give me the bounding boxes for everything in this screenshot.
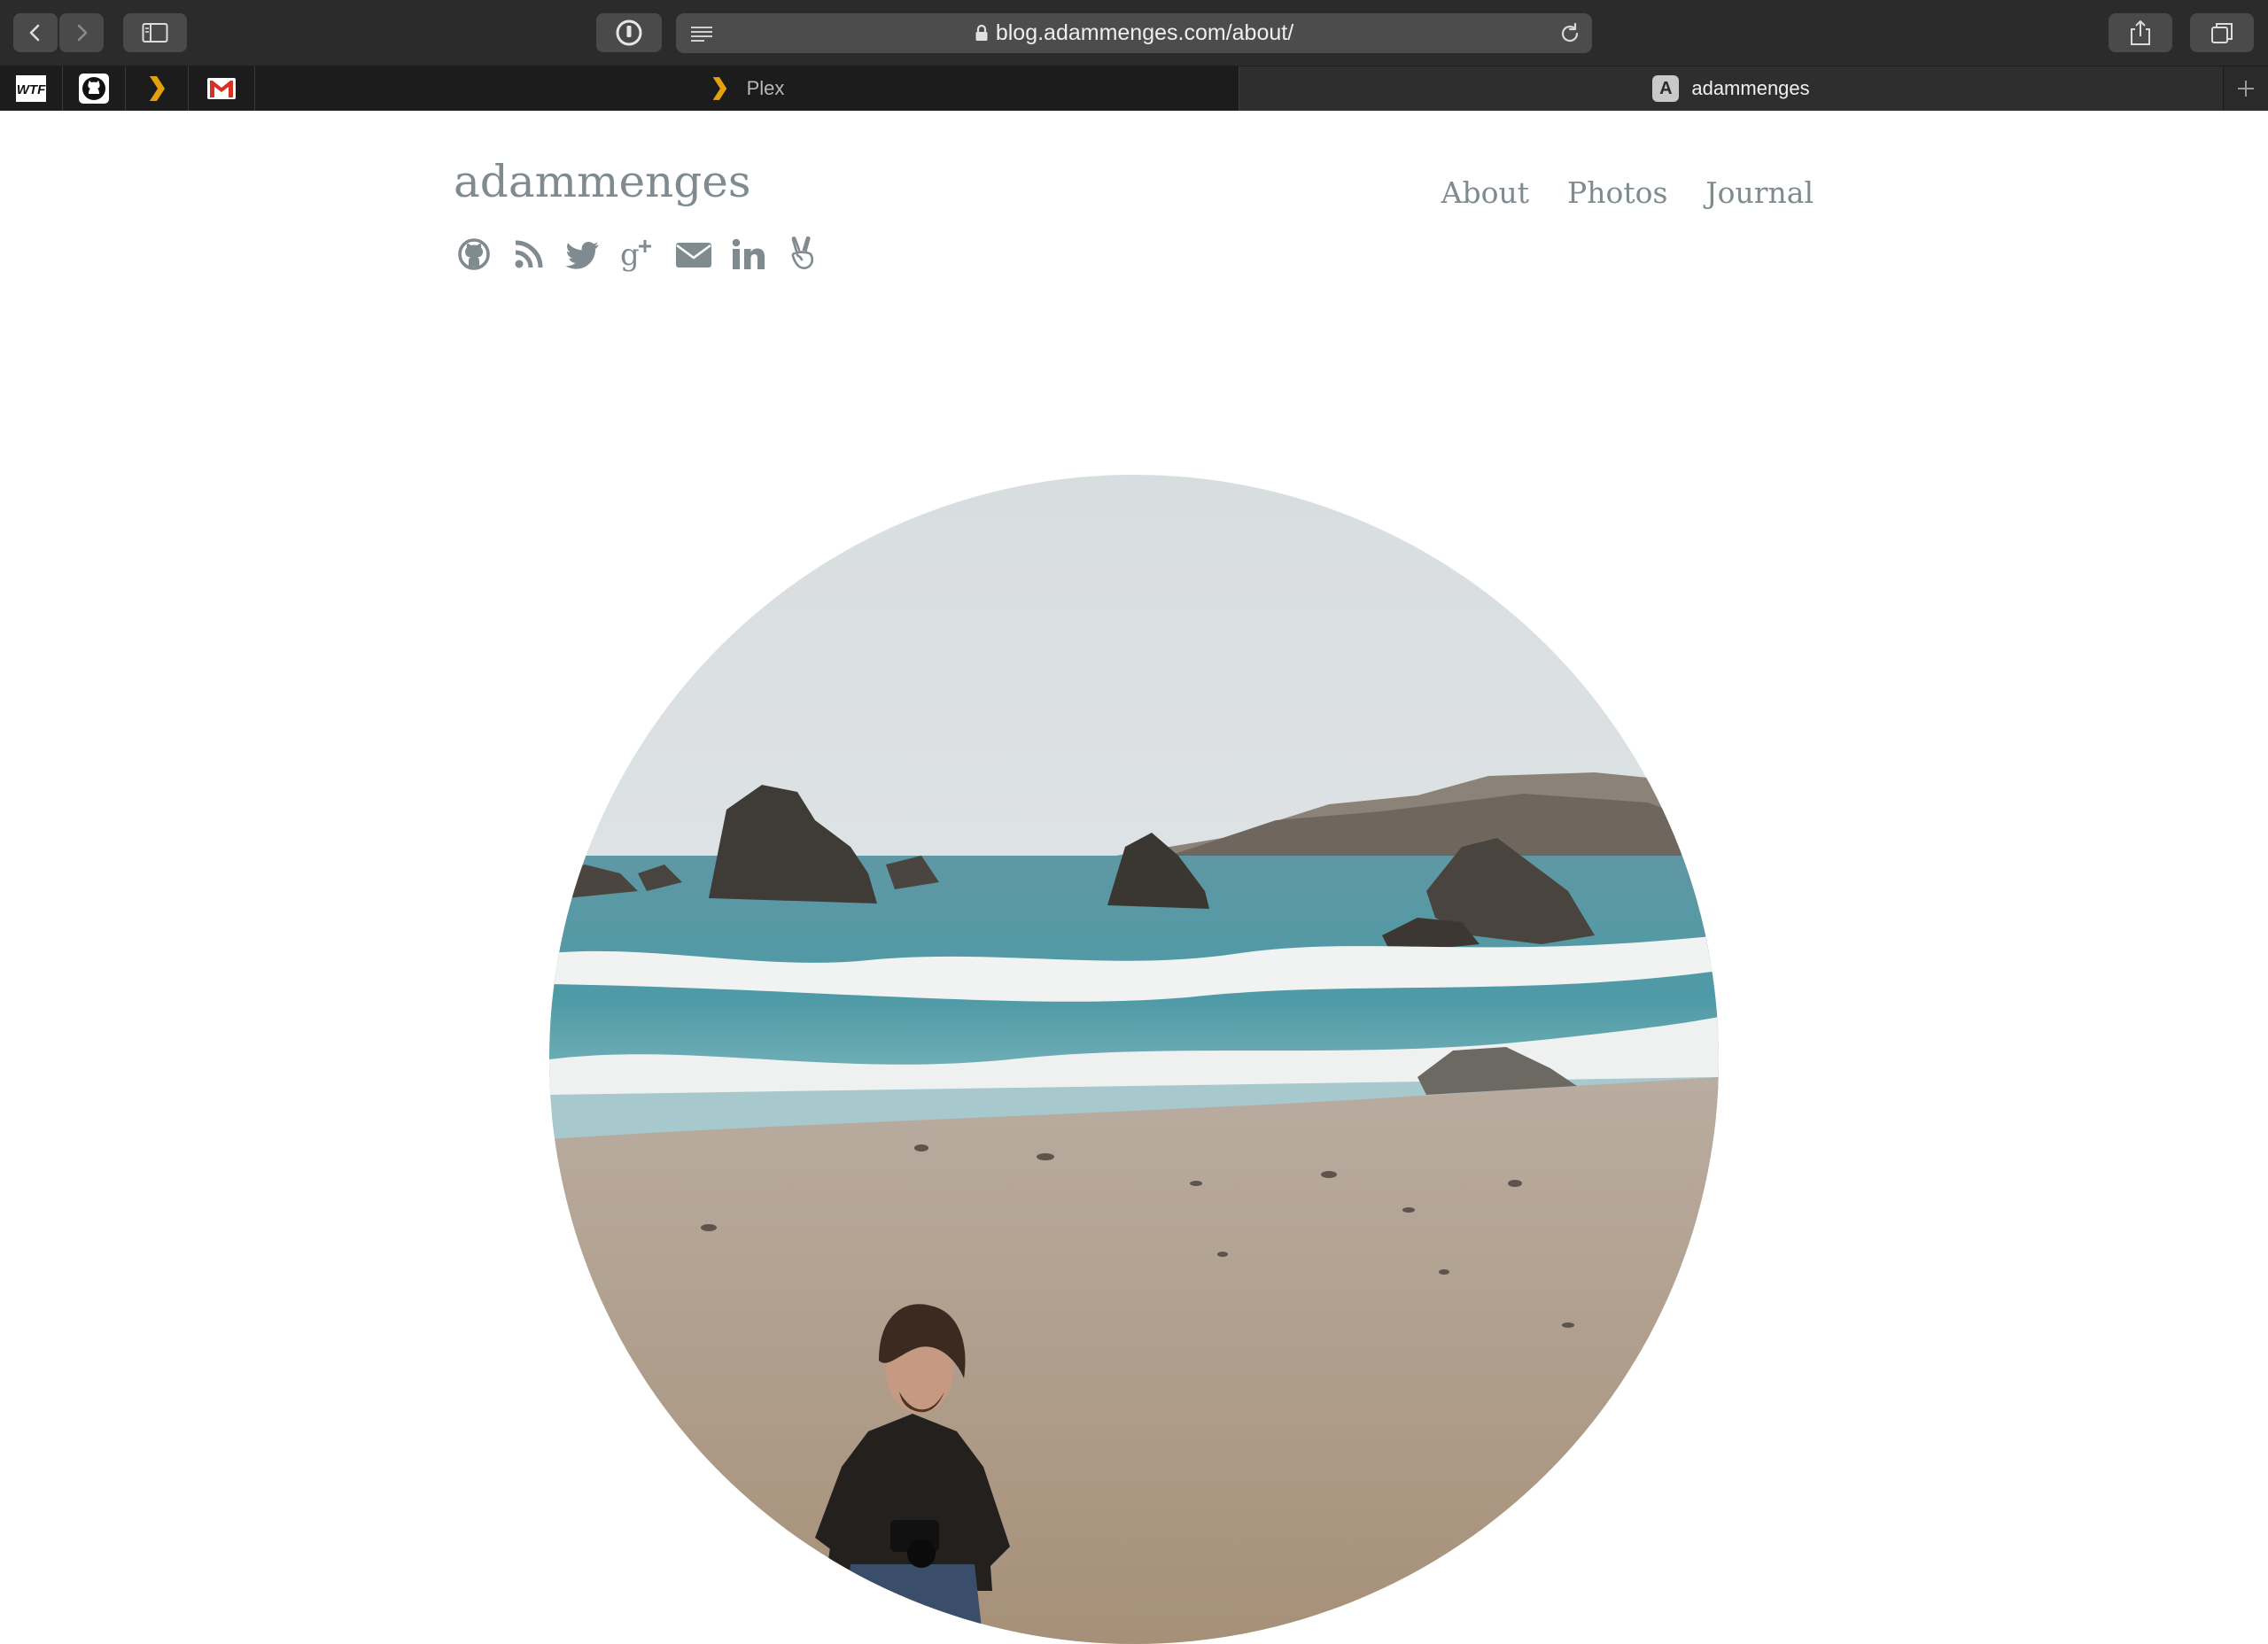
password-manager-button[interactable] bbox=[596, 13, 662, 52]
twitter-icon[interactable] bbox=[565, 236, 602, 273]
new-tab-button[interactable] bbox=[2224, 66, 2268, 111]
back-button[interactable] bbox=[13, 13, 58, 52]
url-display[interactable]: blog.adammenges.com/about/ bbox=[676, 13, 1592, 53]
gmail-envelope-icon bbox=[207, 78, 236, 99]
plus-icon bbox=[2238, 81, 2254, 97]
chevron-left-icon bbox=[29, 24, 40, 42]
pinned-tab-wtf[interactable]: WTF bbox=[0, 66, 63, 111]
pinned-tab-github[interactable] bbox=[63, 66, 126, 111]
plex-chevron-icon bbox=[150, 76, 165, 101]
address-bar[interactable]: blog.adammenges.com/about/ bbox=[676, 13, 1592, 53]
envelope-icon[interactable] bbox=[675, 236, 712, 273]
lock-icon bbox=[975, 24, 988, 41]
tab-title: Plex bbox=[746, 77, 785, 99]
tab-plex[interactable]: Plex bbox=[255, 66, 1239, 111]
angellist-icon[interactable] bbox=[785, 236, 822, 273]
share-button[interactable] bbox=[2109, 13, 2172, 52]
reload-icon[interactable] bbox=[1558, 22, 1581, 45]
sidebar-icon bbox=[142, 23, 168, 43]
main-nav: About Photos Journal bbox=[1441, 175, 1814, 210]
svg-text:WTF: WTF bbox=[17, 82, 46, 97]
share-icon bbox=[2131, 20, 2150, 45]
google-plus-icon[interactable]: g bbox=[620, 236, 657, 273]
tab-bar: WTF Plex A adammenges bbox=[0, 66, 2268, 111]
tab-overview-button[interactable] bbox=[2190, 13, 2254, 52]
beach-photo bbox=[549, 475, 1719, 1644]
pinned-tab-gmail[interactable] bbox=[189, 66, 255, 111]
password-manager-icon bbox=[616, 19, 642, 46]
tab-title: adammenges bbox=[1691, 77, 1810, 99]
site-title[interactable]: adammenges bbox=[454, 156, 751, 207]
tab-adammenges[interactable]: A adammenges bbox=[1239, 66, 2223, 111]
url-text: blog.adammenges.com/about/ bbox=[995, 20, 1294, 45]
chevron-right-icon bbox=[77, 24, 88, 42]
pinned-tab-plex[interactable] bbox=[126, 66, 189, 111]
svg-text:g: g bbox=[620, 237, 640, 273]
browser-toolbar: blog.adammenges.com/about/ bbox=[0, 0, 2268, 66]
tab-favicon: A bbox=[1652, 75, 1680, 102]
github-icon[interactable] bbox=[455, 236, 493, 273]
nav-journal[interactable]: Journal bbox=[1705, 175, 1814, 210]
plex-chevron-icon bbox=[712, 77, 726, 100]
github-favicon-icon bbox=[79, 74, 109, 104]
profile-photo bbox=[549, 475, 1719, 1644]
sidebar-toggle-button[interactable] bbox=[123, 13, 187, 52]
tabs-icon bbox=[2211, 23, 2233, 43]
nav-about[interactable]: About bbox=[1441, 175, 1529, 210]
linkedin-icon[interactable] bbox=[730, 236, 767, 273]
forward-button[interactable] bbox=[59, 13, 104, 52]
nav-photos[interactable]: Photos bbox=[1567, 175, 1667, 210]
wtf-favicon-icon: WTF bbox=[16, 75, 46, 102]
social-links: g bbox=[455, 236, 822, 273]
rss-icon[interactable] bbox=[510, 236, 548, 273]
